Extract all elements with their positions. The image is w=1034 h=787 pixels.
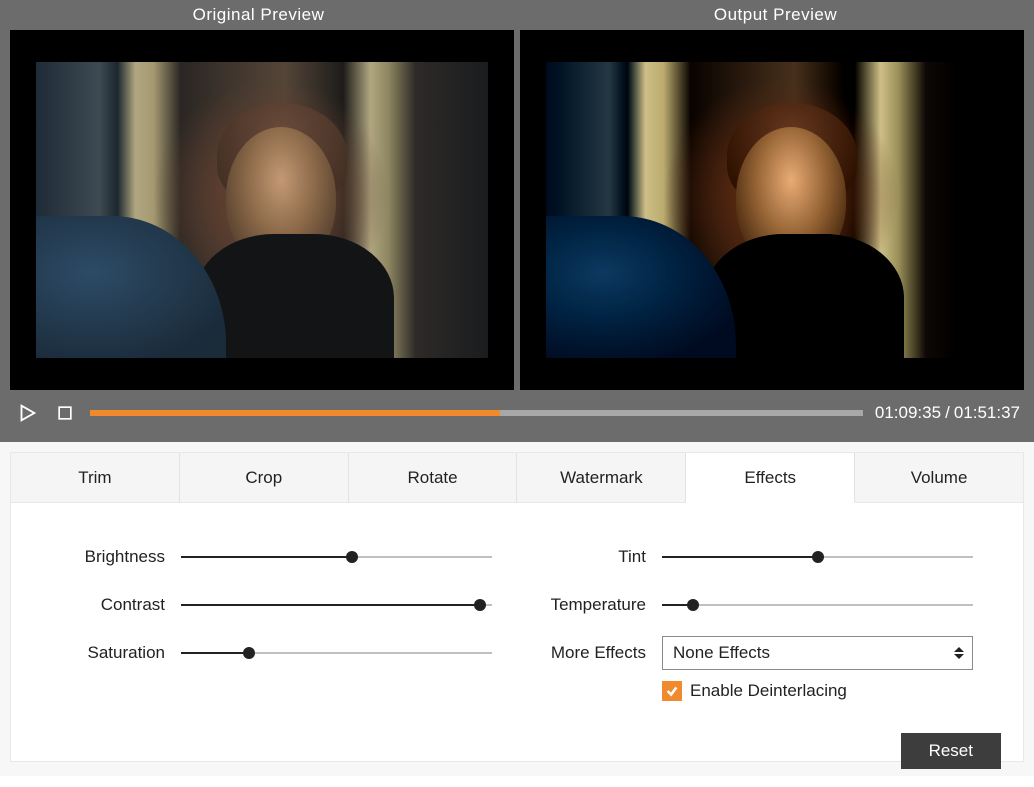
reset-button[interactable]: Reset	[901, 733, 1001, 769]
brightness-label: Brightness	[51, 547, 181, 567]
editor-panel: TrimCropRotateWatermarkEffectsVolume Bri…	[0, 442, 1034, 776]
tint-label: Tint	[532, 547, 662, 567]
tint-row: Tint	[532, 533, 973, 581]
temperature-row: Temperature	[532, 581, 973, 629]
stop-button[interactable]	[52, 400, 78, 426]
tab-effects[interactable]: Effects	[686, 453, 855, 503]
select-spinner-icon	[954, 647, 966, 659]
contrast-row: Contrast	[51, 581, 492, 629]
playback-bar: 01:09:35/01:51:37	[0, 390, 1034, 434]
deinterlace-label: Enable Deinterlacing	[690, 681, 847, 701]
tab-watermark[interactable]: Watermark	[517, 453, 686, 503]
original-preview-label: Original Preview	[0, 5, 517, 25]
temperature-slider[interactable]	[662, 597, 973, 613]
tab-bar: TrimCropRotateWatermarkEffectsVolume	[11, 453, 1023, 503]
playback-position: 01:09:35	[875, 403, 941, 422]
deinterlace-checkbox[interactable]	[662, 681, 682, 701]
brightness-slider[interactable]	[181, 549, 492, 565]
video-area: Original Preview Output Preview 01:09:35…	[0, 0, 1034, 442]
tab-crop[interactable]: Crop	[180, 453, 349, 503]
original-preview[interactable]	[10, 30, 514, 390]
tint-slider[interactable]	[662, 549, 973, 565]
saturation-slider[interactable]	[181, 645, 492, 661]
output-preview-label: Output Preview	[517, 5, 1034, 25]
preview-header: Original Preview Output Preview	[0, 0, 1034, 30]
stop-icon	[55, 403, 75, 423]
effects-panel: Brightness Contrast Saturation	[11, 503, 1023, 761]
tab-rotate[interactable]: Rotate	[349, 453, 518, 503]
tab-volume[interactable]: Volume	[855, 453, 1023, 503]
tab-trim[interactable]: Trim	[11, 453, 180, 503]
playback-time: 01:09:35/01:51:37	[875, 403, 1020, 423]
saturation-label: Saturation	[51, 643, 181, 663]
play-icon	[16, 402, 38, 424]
more-effects-select[interactable]: None Effects	[662, 636, 973, 670]
more-effects-row: More Effects None Effects	[532, 629, 973, 677]
brightness-row: Brightness	[51, 533, 492, 581]
contrast-slider[interactable]	[181, 597, 492, 613]
more-effects-label: More Effects	[532, 643, 662, 663]
deinterlace-row: Enable Deinterlacing	[662, 681, 973, 701]
more-effects-value: None Effects	[673, 643, 770, 663]
playback-duration: 01:51:37	[954, 403, 1020, 422]
temperature-label: Temperature	[532, 595, 662, 615]
output-preview[interactable]	[520, 30, 1024, 390]
saturation-row: Saturation	[51, 629, 492, 677]
check-icon	[665, 684, 679, 698]
play-button[interactable]	[14, 400, 40, 426]
playback-progress[interactable]	[90, 410, 863, 416]
contrast-label: Contrast	[51, 595, 181, 615]
